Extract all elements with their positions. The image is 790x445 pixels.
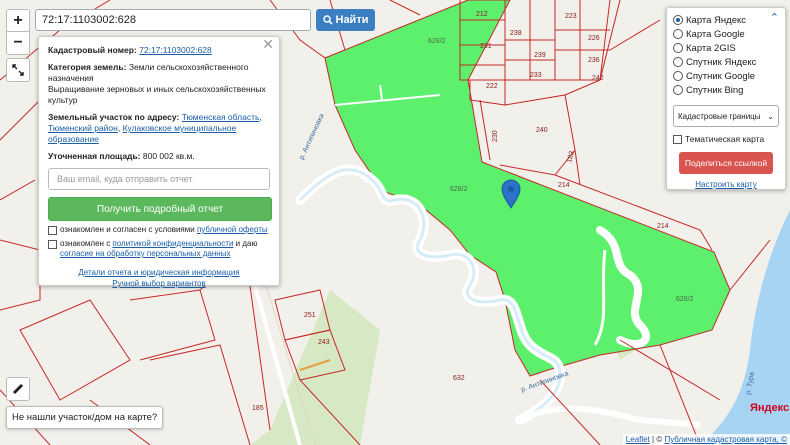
parcel-number-label: 251	[304, 312, 316, 319]
map-settings-link[interactable]: Настроить карту	[695, 180, 756, 189]
parcel-label-center: 628/2	[450, 186, 468, 193]
privacy-text: ознакомлен с	[60, 239, 113, 248]
layer-option-google-sat[interactable]: Спутник Google	[673, 69, 779, 83]
overlay-select[interactable]: Кадастровые границы ⌄	[673, 105, 779, 127]
offer-checkbox[interactable]	[48, 226, 57, 235]
not-found-button[interactable]: Не нашли участок/дом на карте?	[6, 406, 164, 429]
parcel-number-label: 230	[492, 130, 499, 142]
parcel-number-label: 240	[536, 127, 548, 134]
chevron-down-icon: ⌄	[767, 111, 774, 121]
parcel-number-label: 231	[480, 43, 492, 50]
address-link-region[interactable]: Тюменская область	[182, 112, 260, 122]
cadastral-map-link[interactable]: Публичная кадастровая карта, ©	[664, 435, 787, 444]
layer-option-yandex-sat[interactable]: Спутник Яндекс	[673, 55, 779, 69]
parcel-number-label: 226	[588, 35, 600, 42]
leaflet-link[interactable]: Leaflet	[626, 435, 650, 444]
offer-link[interactable]: публичной оферты	[197, 225, 268, 234]
ruler-icon	[12, 383, 24, 395]
email-field[interactable]: Ваш email, куда отправить отчет	[48, 168, 270, 190]
attribution: Leaflet | © Публичная кадастровая карта,…	[622, 434, 790, 445]
privacy-checkbox[interactable]	[48, 240, 57, 249]
usage-value: Выращивание зерновых и иных сельскохозяй…	[48, 84, 266, 105]
address-link-district[interactable]: Тюменский район	[48, 123, 118, 133]
search-icon	[322, 15, 333, 25]
search-button-label: Найти	[335, 14, 369, 26]
layer-option-google-map[interactable]: Карта Google	[673, 27, 779, 41]
close-icon[interactable]: ✕	[262, 37, 274, 51]
parcel-number-label: 212	[476, 11, 488, 18]
layer-option-bing-sat[interactable]: Спутник Bing	[673, 83, 779, 97]
parcel-number-label: 214	[657, 223, 669, 230]
layer-option-label: Спутник Bing	[686, 84, 744, 96]
radio-icon	[673, 43, 683, 53]
collapse-icon[interactable]: ⌃	[770, 11, 779, 24]
parcel-number-label: 214	[558, 182, 570, 189]
parcel-number-label: 222	[486, 83, 498, 90]
fullscreen-button[interactable]	[6, 58, 30, 82]
radio-icon	[673, 85, 683, 95]
cadastral-label: Кадастровый номер:	[48, 45, 137, 55]
search-input[interactable]	[35, 9, 311, 31]
layer-option-yandex-map[interactable]: Карта Яндекс	[673, 13, 779, 27]
layer-option-label: Карта 2GIS	[686, 42, 736, 54]
overlay-select-value: Кадастровые границы	[678, 111, 761, 121]
share-link-button[interactable]: Поделиться ссылкой	[679, 152, 773, 174]
radio-icon	[673, 71, 683, 81]
privacy-text-mid: и даю	[233, 239, 258, 248]
radio-icon	[673, 29, 683, 39]
parcel-number-label: 243	[318, 339, 330, 346]
search-button[interactable]: Найти	[316, 9, 375, 31]
details-link[interactable]: Детали отчета и юридическая информация	[78, 268, 239, 277]
zoom-in-button[interactable]: +	[6, 9, 30, 33]
fullscreen-icon	[12, 64, 24, 76]
parcel-number-label: 233	[530, 72, 542, 79]
radio-icon	[673, 57, 683, 67]
radio-selected-icon	[673, 15, 683, 25]
ruler-button[interactable]	[6, 377, 30, 401]
parcel-number-label: 185	[252, 405, 264, 412]
layer-option-label: Карта Google	[686, 28, 745, 40]
parcel-number-label: 239	[534, 52, 546, 59]
area-value: 800 002 кв.м.	[142, 151, 195, 161]
cadastral-number-link[interactable]: 72:17:1103002:628	[139, 45, 212, 55]
privacy-link[interactable]: политикой конфиденциальности	[112, 239, 233, 248]
yandex-logo: Яндекс	[750, 402, 790, 414]
layers-panel: ⌃ Карта Яндекс Карта Google Карта 2GIS С…	[666, 7, 786, 190]
parcel-label-right: 628/2	[676, 296, 694, 303]
get-report-button[interactable]: Получить подробный отчет	[48, 197, 272, 221]
parcel-label-top: 628/2	[428, 38, 446, 45]
parcel-number-label: 238	[510, 30, 522, 37]
category-label: Категория земель:	[48, 62, 127, 72]
layer-option-label: Спутник Google	[686, 70, 756, 82]
consent-link[interactable]: согласие на обработку персональных данны…	[60, 249, 230, 258]
layer-option-2gis-map[interactable]: Карта 2GIS	[673, 41, 779, 55]
thematic-checkbox[interactable]	[673, 135, 682, 144]
area-label: Уточненная площадь:	[48, 151, 141, 161]
parcel-number-label: 632	[453, 375, 465, 382]
layer-option-label: Карта Яндекс	[686, 14, 747, 26]
layer-option-label: Спутник Яндекс	[686, 56, 757, 68]
parcel-number-label: 236	[588, 57, 600, 64]
attribution-sep: | ©	[649, 435, 665, 444]
thematic-label: Тематическая карта	[685, 134, 765, 144]
address-label: Земельный участок по адресу:	[48, 112, 180, 122]
zoom-out-button[interactable]: −	[6, 31, 30, 55]
parcel-number-label: 223	[565, 13, 577, 20]
parcel-number-label: 242	[592, 75, 604, 82]
parcel-info-panel: ✕ Кадастровый номер: 72:17:1103002:628 К…	[38, 36, 280, 288]
manual-select-link[interactable]: Ручной выбор вариантов	[112, 279, 205, 288]
offer-text: ознакомлен и согласен с условиями	[60, 225, 197, 234]
